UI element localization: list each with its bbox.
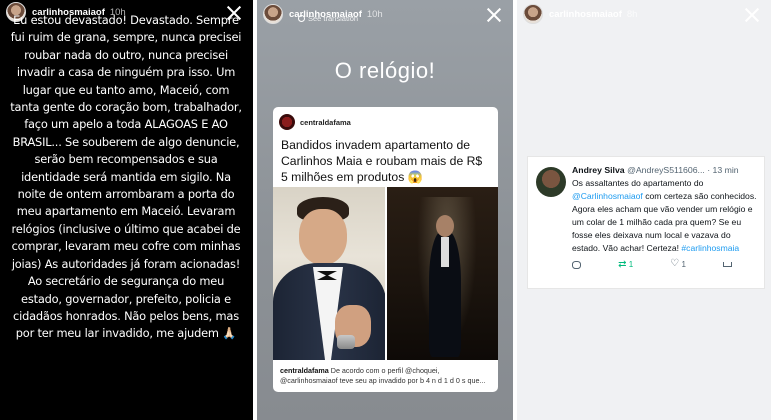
story-header: carlinhosmaiaof 8h xyxy=(523,3,765,25)
share-icon xyxy=(723,262,732,268)
tweet-text-part-1: Os assaltantes do apartamento do xyxy=(572,178,704,188)
story-panel-2: carlinhosmaiaof 10h See translation O re… xyxy=(257,0,513,420)
post-photos xyxy=(273,187,498,360)
story-headline: O relógio! xyxy=(334,58,436,83)
share-button[interactable] xyxy=(723,260,732,269)
retweet-icon: ⇄ xyxy=(618,258,627,270)
avatar[interactable] xyxy=(263,4,283,24)
post-account: centraldafama xyxy=(300,117,351,127)
post-header: centraldafama xyxy=(273,107,498,131)
post-title: Bandidos invadem apartamento de Carlinho… xyxy=(281,138,483,184)
like-button[interactable]: 1 xyxy=(670,258,686,269)
story-panel-1: carlinhosmaiaof 10h Eu estou devastado! … xyxy=(0,0,253,420)
tweet-card[interactable]: Andrey Silva @AndreyS511606... · 13 min … xyxy=(527,156,765,289)
caption-line-1: De acordo com o perfil @choquei, xyxy=(328,366,440,375)
see-translation-link[interactable]: See translation xyxy=(298,14,358,23)
tweet-hashtag[interactable]: #carlinhosmaia xyxy=(681,243,739,253)
tweet-avatar[interactable] xyxy=(536,167,566,197)
tweet-handle: @AndreyS511606... xyxy=(627,165,705,175)
retweet-button[interactable]: ⇄ 1 xyxy=(618,258,634,270)
post-caption: centraldafama De acordo com o perfil @ch… xyxy=(280,366,492,386)
story-username[interactable]: carlinhosmaiaof xyxy=(549,9,622,20)
heart-icon xyxy=(670,258,679,269)
watch-icon xyxy=(337,335,355,349)
tweet-mention[interactable]: @Carlinhosmaiaof xyxy=(572,191,643,201)
photo-man-with-watch xyxy=(273,187,385,360)
tweet-meta: Andrey Silva @AndreyS511606... · 13 min xyxy=(572,165,758,175)
shared-post-card[interactable]: centraldafama Bandidos invadem apartamen… xyxy=(273,107,498,392)
avatar[interactable] xyxy=(523,4,543,24)
story-time: 8h xyxy=(626,8,638,20)
tweet-text: Os assaltantes do apartamento do @Carlin… xyxy=(572,177,758,255)
tweet-body: Andrey Silva @AndreyS511606... · 13 min … xyxy=(572,165,758,269)
tweet-time: · 13 min xyxy=(707,165,739,175)
close-icon[interactable] xyxy=(485,6,503,24)
stories-collage: carlinhosmaiaof 10h Eu estou devastado! … xyxy=(0,0,771,420)
see-translation-label: See translation xyxy=(308,14,359,23)
story-time: 10h xyxy=(366,8,383,20)
tweet-actions: ⇄ 1 1 xyxy=(572,258,732,270)
like-count: 1 xyxy=(681,260,686,269)
tweet-author-name[interactable]: Andrey Silva xyxy=(572,165,625,175)
story-text: Eu estou devastado! Devastado. Sempre fu… xyxy=(10,13,242,341)
globe-icon xyxy=(298,15,305,22)
reply-icon xyxy=(572,260,581,269)
reply-button[interactable] xyxy=(572,260,581,269)
photo-man-in-tuxedo xyxy=(387,187,498,360)
story-panel-3: carlinhosmaiaof 8h Andrey Silva @AndreyS… xyxy=(517,0,771,420)
caption-account: centraldafama xyxy=(280,366,329,375)
close-icon[interactable] xyxy=(743,6,761,24)
retweet-count: 1 xyxy=(628,260,634,269)
post-avatar xyxy=(279,114,295,130)
caption-line-2: @carlinhosmaiaof teve seu ap invadido po… xyxy=(280,376,486,385)
